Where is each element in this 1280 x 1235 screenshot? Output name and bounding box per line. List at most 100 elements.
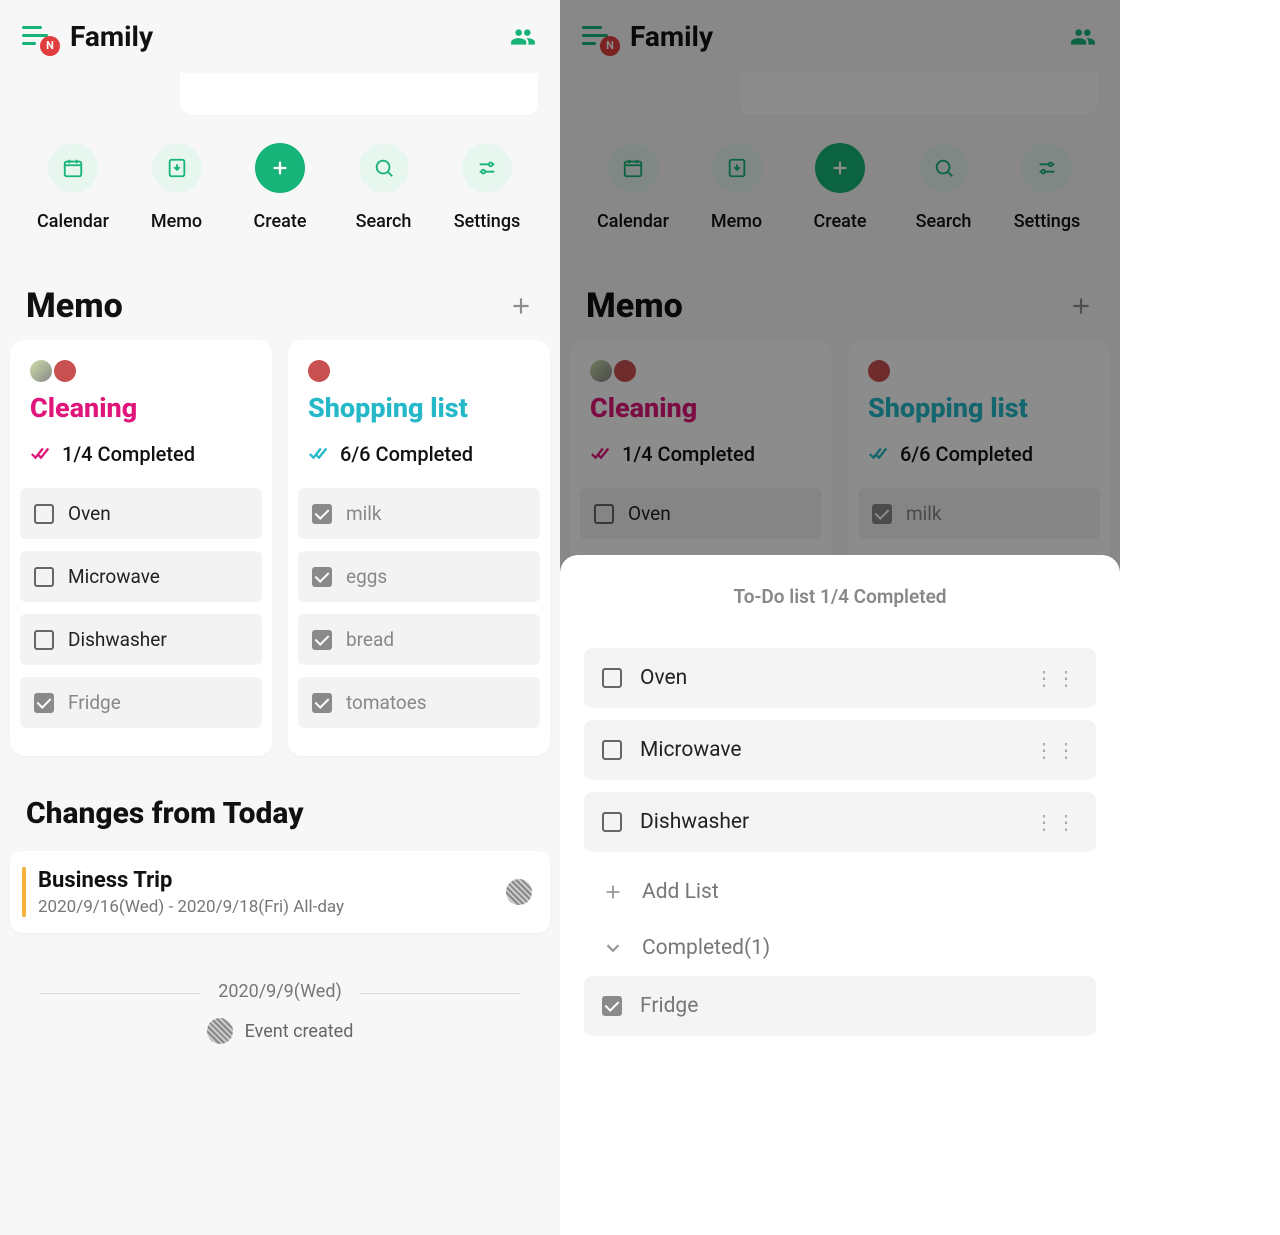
- nav-search[interactable]: Search: [339, 143, 429, 232]
- add-memo-button[interactable]: [508, 293, 534, 319]
- avatars: [10, 360, 272, 392]
- checkbox-checked[interactable]: [34, 693, 54, 713]
- nav-label: Calendar: [37, 211, 109, 232]
- nav-label: Settings: [454, 211, 521, 232]
- list-item[interactable]: milk: [298, 488, 540, 539]
- checkbox[interactable]: [602, 740, 622, 760]
- nav-label: Create: [254, 211, 307, 232]
- item-label: Oven: [68, 502, 111, 525]
- memo-cards-row: Cleaning 1/4 Completed Oven Microwave Di…: [0, 340, 560, 756]
- memo-icon: [152, 143, 202, 193]
- nav-label: Search: [356, 211, 412, 232]
- avatar: [54, 360, 76, 382]
- add-list-label: Add List: [642, 880, 719, 904]
- item-label: Dishwasher: [68, 628, 167, 651]
- todo-bottom-sheet: To-Do list 1/4 Completed Oven ⋮⋮ Microwa…: [560, 555, 1120, 1235]
- item-label: Microwave: [640, 738, 742, 762]
- avatar: [207, 1018, 233, 1044]
- memo-section-head: Memo: [0, 238, 560, 340]
- changes-title: Changes from Today: [0, 756, 560, 851]
- list-item[interactable]: Microwave: [20, 551, 262, 602]
- drag-handle-icon[interactable]: ⋮⋮: [1034, 810, 1078, 834]
- todo-item[interactable]: Microwave ⋮⋮: [584, 720, 1096, 780]
- drag-handle-icon[interactable]: ⋮⋮: [1034, 666, 1078, 690]
- avatar: [308, 360, 330, 382]
- check-double-icon: [30, 446, 52, 462]
- item-label: Fridge: [68, 691, 121, 714]
- check-double-icon: [308, 446, 330, 462]
- memo-title: Cleaning: [10, 392, 272, 442]
- nav-label: Memo: [151, 211, 202, 232]
- sheet-title: To-Do list 1/4 Completed: [560, 585, 1120, 648]
- completed-status: 6/6 Completed: [288, 442, 550, 488]
- checkbox[interactable]: [602, 668, 622, 688]
- checkbox[interactable]: [34, 504, 54, 524]
- checkbox[interactable]: [34, 630, 54, 650]
- list-item[interactable]: Oven: [20, 488, 262, 539]
- checkbox-checked[interactable]: [312, 504, 332, 524]
- item-label: Dishwasher: [640, 810, 749, 834]
- memo-section-title: Memo: [26, 286, 123, 326]
- gutter: [1120, 0, 1280, 1235]
- header: N Family: [0, 0, 560, 73]
- todo-item[interactable]: Dishwasher ⋮⋮: [584, 792, 1096, 852]
- notification-badge: N: [40, 36, 60, 56]
- checkbox[interactable]: [602, 812, 622, 832]
- checkbox-checked[interactable]: [602, 996, 622, 1016]
- checkbox-checked[interactable]: [312, 567, 332, 587]
- prev-card-edge: [180, 73, 538, 115]
- completed-text: 1/4 Completed: [62, 442, 195, 466]
- calendar-icon: [48, 143, 98, 193]
- left-screen: N Family Calendar Memo Create: [0, 0, 560, 1235]
- item-label: milk: [346, 502, 382, 525]
- item-label: tomatoes: [346, 691, 427, 714]
- checkbox[interactable]: [34, 567, 54, 587]
- add-list-button[interactable]: Add List: [560, 864, 1120, 920]
- memo-card-cleaning[interactable]: Cleaning 1/4 Completed Oven Microwave Di…: [10, 340, 272, 756]
- nav-memo[interactable]: Memo: [132, 143, 222, 232]
- event-created-label: Event created: [245, 1021, 354, 1042]
- header-left: N Family: [22, 20, 153, 53]
- todo-item[interactable]: Oven ⋮⋮: [584, 648, 1096, 708]
- item-label: Microwave: [68, 565, 160, 588]
- list-item[interactable]: Fridge: [20, 677, 262, 728]
- plus-icon: [602, 881, 624, 903]
- item-label: Fridge: [640, 994, 698, 1018]
- item-label: bread: [346, 628, 394, 651]
- completed-text: 6/6 Completed: [340, 442, 473, 466]
- nav-settings[interactable]: Settings: [442, 143, 532, 232]
- chevron-down-icon: [602, 937, 624, 959]
- page-title: Family: [70, 20, 153, 53]
- memo-card-shopping[interactable]: Shopping list 6/6 Completed milk eggs br…: [288, 340, 550, 756]
- event-color-bar: [22, 867, 26, 917]
- event-name: Business Trip: [38, 868, 494, 893]
- list-item[interactable]: bread: [298, 614, 540, 665]
- list-item[interactable]: Dishwasher: [20, 614, 262, 665]
- checkbox-checked[interactable]: [312, 630, 332, 650]
- event-time: 2020/9/16(Wed) - 2020/9/18(Fri) All-day: [38, 897, 494, 917]
- item-label: Oven: [640, 666, 687, 690]
- list-item[interactable]: tomatoes: [298, 677, 540, 728]
- nav-calendar[interactable]: Calendar: [28, 143, 118, 232]
- drag-handle-icon[interactable]: ⋮⋮: [1034, 738, 1078, 762]
- date-divider: 2020/9/9(Wed): [0, 933, 560, 1018]
- checkbox-checked[interactable]: [312, 693, 332, 713]
- plus-icon: [255, 143, 305, 193]
- event-card[interactable]: Business Trip 2020/9/16(Wed) - 2020/9/18…: [10, 851, 550, 933]
- event-body: Business Trip 2020/9/16(Wed) - 2020/9/18…: [38, 868, 494, 917]
- memo-title: Shopping list: [288, 392, 550, 442]
- item-label: eggs: [346, 565, 387, 588]
- people-icon[interactable]: [508, 24, 538, 50]
- menu-icon[interactable]: N: [22, 26, 52, 48]
- search-icon: [359, 143, 409, 193]
- todo-item-completed[interactable]: Fridge: [584, 976, 1096, 1036]
- completed-group-label: Completed(1): [642, 936, 770, 960]
- list-item[interactable]: eggs: [298, 551, 540, 602]
- nav-row: Calendar Memo Create Search Settings: [0, 115, 560, 238]
- avatar: [30, 360, 52, 382]
- settings-icon: [462, 143, 512, 193]
- completed-status: 1/4 Completed: [10, 442, 272, 488]
- nav-create[interactable]: Create: [235, 143, 325, 232]
- completed-group-toggle[interactable]: Completed(1): [560, 920, 1120, 976]
- avatars: [288, 360, 550, 392]
